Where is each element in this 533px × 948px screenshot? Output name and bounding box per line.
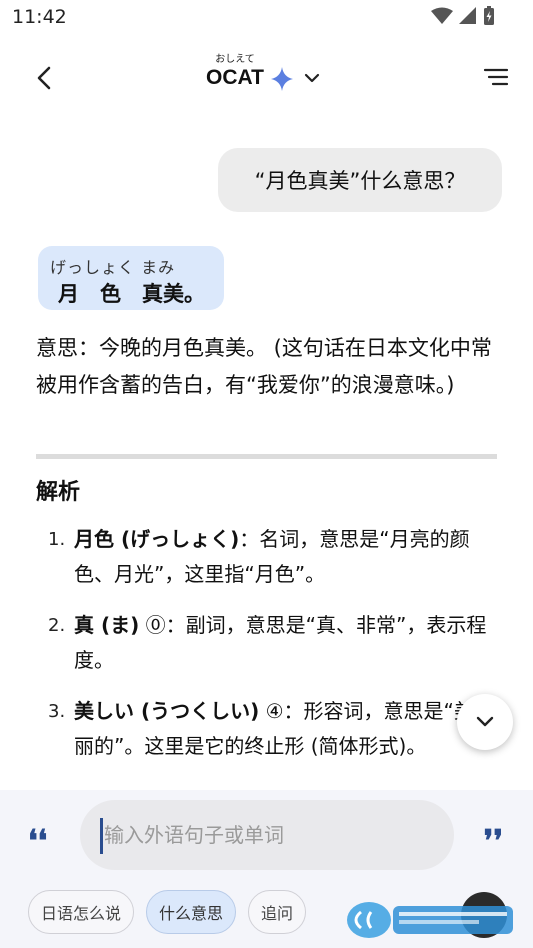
menu-button[interactable] [483, 64, 509, 90]
chevron-down-icon [476, 716, 494, 727]
sparkle-icon [270, 67, 293, 91]
meaning-text: 意思：今晚的月色真美。 (这句话在日本文化中常被用作含蓄的告白，有“我爱你”的浪… [36, 336, 492, 397]
definition-body: 真 (ま) ⓪：副词，意思是“真、非常”，表示程度。 [74, 608, 488, 678]
suggestion-chips: 日语怎么说 什么意思 追问 [28, 890, 307, 934]
title-ruby: おしえて [215, 54, 255, 65]
back-button[interactable] [30, 62, 58, 94]
ruby-card: げっしょく まみ 月 色 真美。 [38, 246, 224, 310]
definition-term: 月色 (げっしょく) [74, 527, 240, 551]
user-message-text: “月色真美”什么意思？ [254, 169, 466, 193]
definition-item: 1. 月色 (げっしょく)：名词，意思是“月亮的颜色、月光”，这里指“月色”。 [48, 522, 488, 592]
status-icons [431, 6, 495, 26]
chat-content[interactable]: “月色真美”什么意思？ げっしょく まみ 月 色 真美。 意思：今晚的月色真美。… [0, 118, 533, 790]
status-bar: 11:42 [0, 0, 533, 36]
ruby-text: 月 色 真美。 [58, 282, 205, 306]
section-title: 解析 [36, 480, 81, 505]
definition-body: 美しい (うつくしい) ④：形容词，意思是“美丽的”。这里是它的终止形 (简体形… [74, 694, 488, 764]
menu-icon [483, 68, 509, 86]
wifi-icon [431, 7, 453, 24]
app-bar: おしえて OCAT [0, 40, 533, 118]
definition-term: 美しい (うつくしい) [74, 699, 260, 723]
status-time: 11:42 [12, 6, 67, 28]
back-arrow-icon [37, 66, 51, 90]
signal-icon [459, 7, 476, 24]
ruby-reading: げっしょく まみ [50, 258, 176, 277]
definition-number: 2. [48, 615, 66, 636]
message-input[interactable] [80, 800, 454, 870]
definition-item: 3. 美しい (うつくしい) ④：形容词，意思是“美丽的”。这里是它的终止形 (… [48, 694, 488, 764]
battery-icon [484, 6, 494, 25]
definition-number: 3. [48, 701, 66, 722]
title-group: おしえて OCAT [206, 54, 264, 90]
divider [36, 454, 497, 459]
chip-how-to-say[interactable]: 日语怎么说 [28, 890, 135, 934]
user-message-bubble: “月色真美”什么意思？ [218, 148, 502, 212]
scroll-down-button[interactable] [457, 694, 513, 750]
chevron-down-icon [304, 73, 320, 83]
definition-number: 1. [48, 529, 66, 550]
text-caret [100, 818, 103, 854]
open-quote-icon[interactable]: ❛❛ [28, 824, 47, 859]
definition-item: 2. 真 (ま) ⓪：副词，意思是“真、非常”，表示程度。 [48, 608, 488, 678]
definition-term: 真 (ま) [74, 613, 140, 637]
title-selector[interactable]: おしえて OCAT [206, 54, 320, 91]
page-title: OCAT [206, 66, 264, 89]
close-quote-icon[interactable]: ❜❜ [484, 824, 503, 859]
watermark-logo [347, 902, 513, 938]
definition-list: 1. 月色 (げっしょく)：名词，意思是“月亮的颜色、月光”，这里指“月色”。 … [48, 522, 488, 780]
definition-body: 月色 (げっしょく)：名词，意思是“月亮的颜色、月光”，这里指“月色”。 [74, 522, 488, 592]
chip-what-meaning[interactable]: 什么意思 [146, 890, 237, 934]
chip-follow-up[interactable]: 追问 [248, 890, 307, 934]
